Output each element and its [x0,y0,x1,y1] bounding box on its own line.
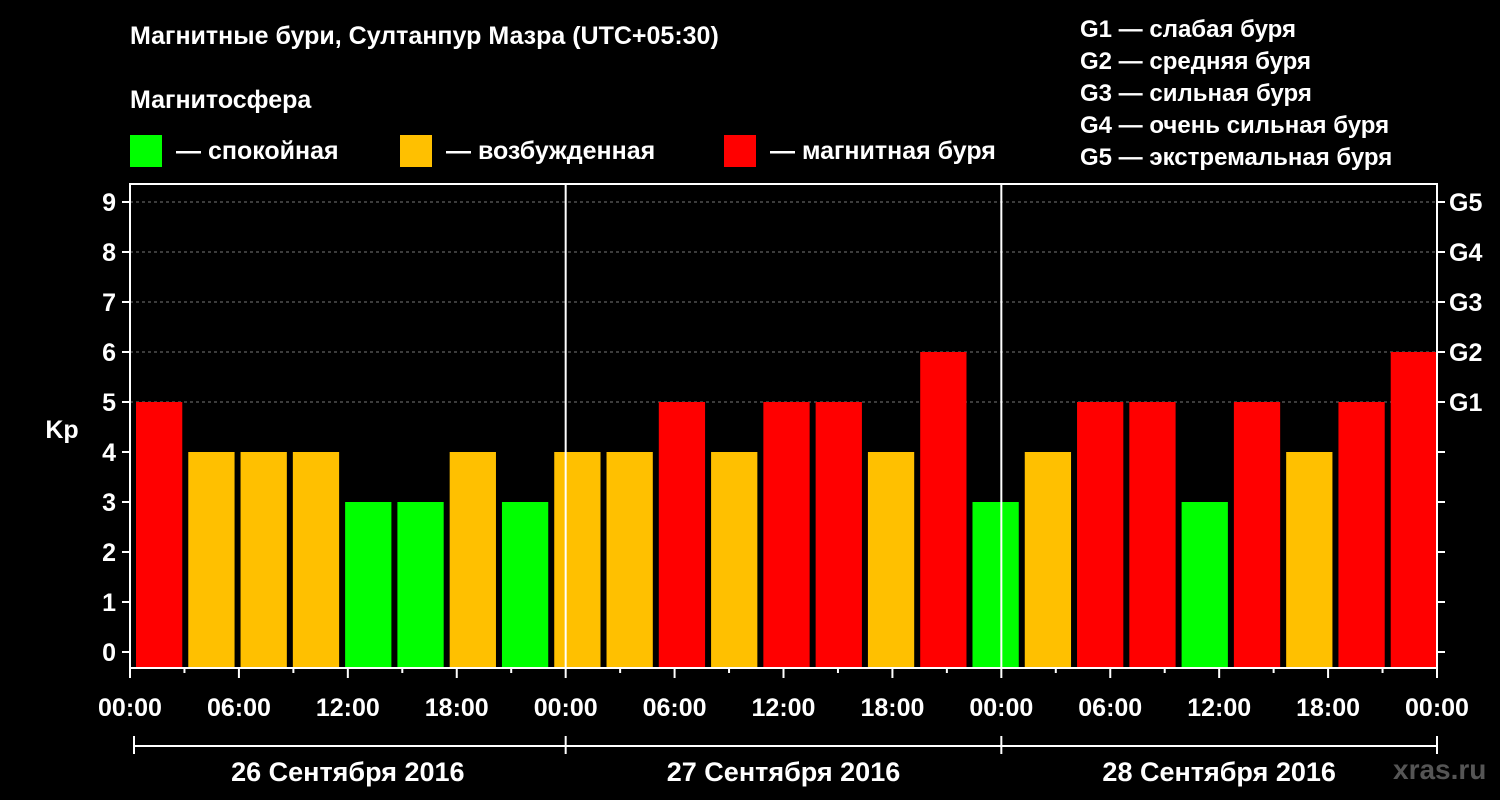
watermark: xras.ru [1393,754,1487,785]
y-tick-label: 6 [102,339,116,367]
kp-chart: 0 1 2 3 4 5 6 7 8 9 G1 G2 G3 G4 G5 Kp 00:00 06:00 12:00 18:… [45,183,1482,787]
x-tick-label: 00:00 [98,694,162,722]
y-tick-label: 1 [102,589,116,617]
x-tick-label: 00:00 [969,694,1033,722]
kp-bar [920,352,967,668]
x-tick-label: 00:00 [1405,694,1469,722]
kp-bar [240,452,287,668]
kp-bar [1129,402,1176,668]
x-tick-label: 12:00 [1187,694,1251,722]
kp-bar [1077,402,1124,668]
y-tick-label: 0 [102,639,116,667]
kp-bar [1286,452,1333,668]
x-tick-label: 06:00 [207,694,271,722]
kp-bar [188,452,235,668]
kp-bar [1390,352,1436,668]
kp-bar [136,402,183,668]
kp-bar [606,452,653,668]
kp-bar [1024,452,1072,668]
y-tick-label: 7 [102,289,116,317]
x-tick-label: 06:00 [1078,694,1142,722]
y-axis-label: Kp [45,416,78,444]
storm-level-label: G1 [1449,389,1482,417]
kp-bar [972,502,1019,668]
kp-bar [815,402,862,668]
kp-bar [292,452,340,668]
kp-bar [1233,402,1281,668]
kp-bar [711,452,758,668]
kp-bar [345,502,392,668]
kp-bar [1338,402,1385,668]
x-tick-label: 18:00 [860,694,924,722]
storm-level-label: G2 [1449,339,1482,367]
x-tick-label: 12:00 [752,694,816,722]
kp-bar [449,452,496,668]
kp-bar [763,402,810,668]
x-tick-label: 18:00 [1296,694,1360,722]
x-tick-label: 00:00 [534,694,598,722]
y-tick-label: 9 [102,189,116,217]
kp-bar [554,452,601,668]
x-tick-label: 18:00 [425,694,489,722]
x-tick-label: 06:00 [643,694,707,722]
date-label: 28 Сентября 2016 [1102,757,1335,787]
kp-bar [658,402,706,668]
kp-bar [501,502,549,668]
y-tick-label: 4 [102,439,116,467]
y-tick-label: 3 [102,489,116,517]
storm-level-label: G3 [1449,289,1482,317]
y-tick-label: 5 [102,389,116,417]
kp-bar [1181,502,1228,668]
y-tick-label: 8 [102,239,116,267]
storm-level-label: G4 [1449,239,1482,267]
storm-level-label: G5 [1449,189,1482,217]
date-label: 27 Сентября 2016 [667,757,900,787]
x-tick-label: 12:00 [316,694,380,722]
kp-bar [867,452,915,668]
kp-bar [397,502,444,668]
y-tick-label: 2 [102,539,116,567]
date-label: 26 Сентября 2016 [231,757,464,787]
